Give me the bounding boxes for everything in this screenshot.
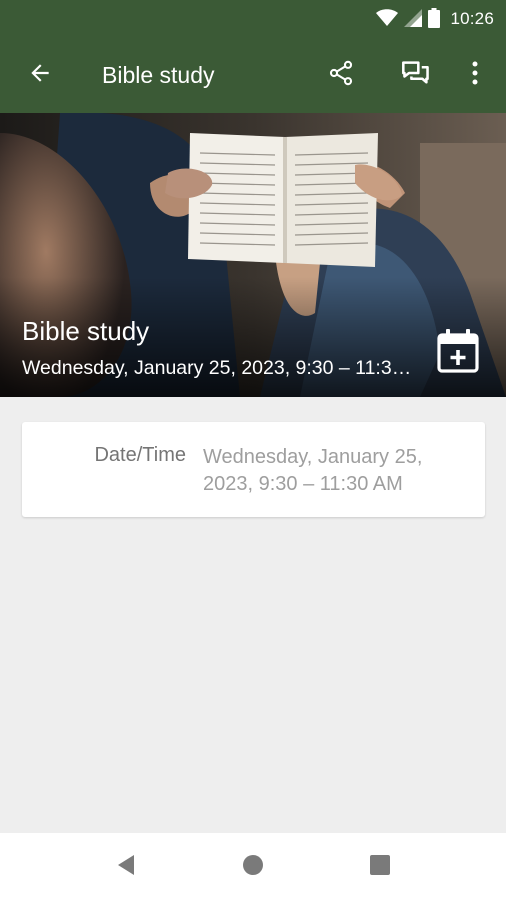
date-time-value: Wednesday, January 25, 2023, 9:30 – 11:3… bbox=[203, 446, 423, 495]
date-time-label: Date/Time bbox=[94, 444, 186, 466]
more-options-button[interactable] bbox=[451, 51, 499, 99]
back-button[interactable] bbox=[16, 51, 64, 99]
wifi-icon bbox=[376, 9, 398, 32]
battery-icon bbox=[428, 8, 440, 33]
back-arrow-icon bbox=[27, 60, 53, 91]
event-datetime: Wednesday, January 25, 2023, 9:30 – 11:3… bbox=[22, 357, 412, 379]
page-title: Bible study bbox=[102, 62, 215, 88]
add-to-calendar-button[interactable] bbox=[432, 327, 484, 379]
app-bar: Bible study bbox=[0, 38, 506, 113]
nav-back-icon bbox=[116, 854, 136, 881]
nav-recents-button[interactable] bbox=[358, 845, 402, 889]
chat-icon bbox=[401, 59, 431, 92]
nav-home-button[interactable] bbox=[231, 845, 275, 889]
more-vert-icon bbox=[472, 61, 478, 90]
share-icon bbox=[327, 59, 355, 92]
chat-button[interactable] bbox=[392, 51, 440, 99]
status-bar: 10:26 bbox=[0, 0, 506, 38]
nav-recents-icon bbox=[370, 854, 390, 880]
system-nav-bar bbox=[0, 833, 506, 900]
calendar-add-icon bbox=[436, 328, 480, 379]
nav-back-button[interactable] bbox=[104, 845, 148, 889]
status-icons bbox=[376, 8, 440, 33]
signal-icon bbox=[404, 9, 422, 32]
nav-home-icon bbox=[242, 854, 264, 881]
share-button[interactable] bbox=[317, 51, 365, 99]
event-details-card: Date/Time Wednesday, January 25, 2023, 9… bbox=[22, 422, 485, 517]
event-hero: Bible study Wednesday, January 25, 2023,… bbox=[0, 113, 506, 397]
status-time: 10:26 bbox=[450, 9, 494, 28]
event-title: Bible study bbox=[22, 316, 150, 346]
